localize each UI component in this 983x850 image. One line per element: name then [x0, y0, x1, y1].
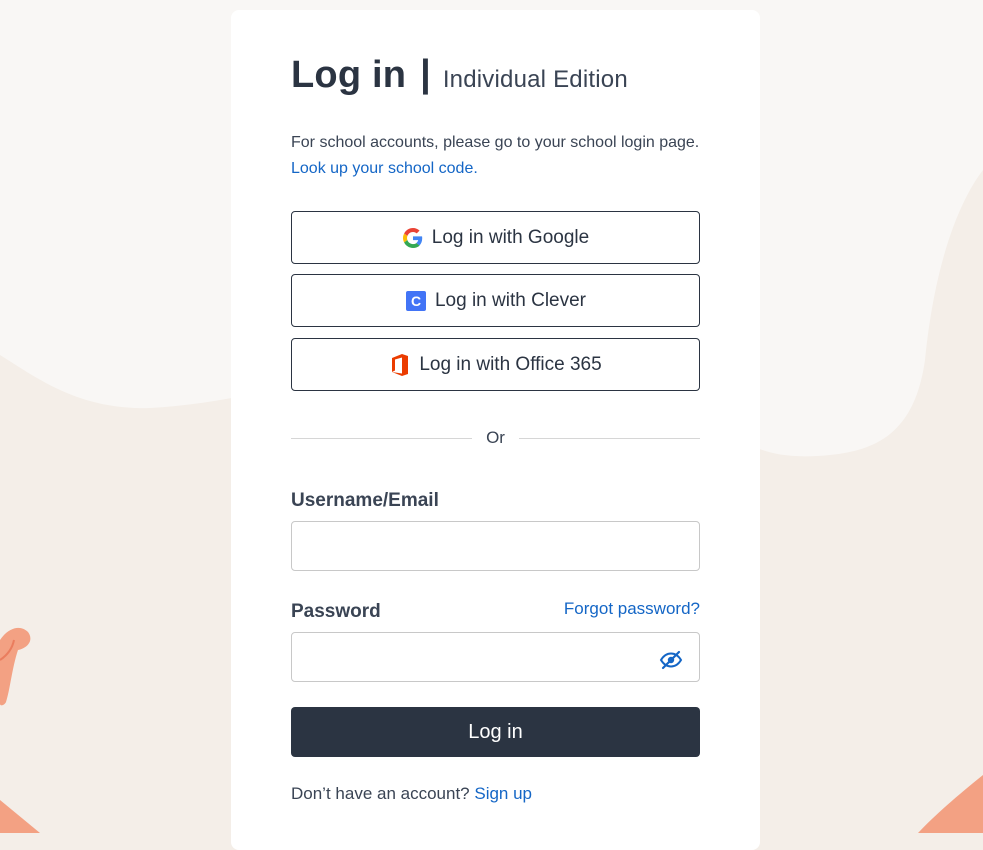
- clever-login-button[interactable]: C Log in with Clever: [291, 274, 700, 327]
- clever-icon: C: [405, 290, 427, 312]
- google-login-button[interactable]: Log in with Google: [291, 211, 700, 264]
- office-365-login-label: Log in with Office 365: [419, 353, 602, 375]
- signup-prompt-text: Don’t have an account?: [291, 784, 470, 803]
- forgot-password-link[interactable]: Forgot password?: [564, 599, 700, 619]
- title-separator: |: [420, 53, 431, 95]
- corner-illustration-left: [0, 800, 40, 833]
- divider-line-left: [291, 437, 473, 439]
- or-text: Or: [486, 428, 505, 447]
- login-card: Log in | Individual Edition For school a…: [231, 10, 760, 850]
- page-title: Log in: [291, 54, 407, 96]
- password-input[interactable]: [291, 632, 700, 682]
- office-365-login-button[interactable]: Log in with Office 365: [291, 338, 700, 391]
- clever-icon-letter: C: [411, 293, 421, 309]
- corner-illustration-right: [918, 775, 983, 833]
- login-submit-button[interactable]: Log in: [291, 707, 700, 757]
- username-label: Username/Email: [291, 490, 439, 511]
- school-code-link[interactable]: Look up your school code.: [291, 160, 478, 177]
- office-365-icon: [389, 353, 411, 376]
- school-accounts-note: For school accounts, please go to your s…: [291, 130, 711, 182]
- page-heading: Log in | Individual Edition: [291, 53, 628, 97]
- sign-up-link[interactable]: Sign up: [474, 784, 532, 803]
- school-accounts-text: For school accounts, please go to your s…: [291, 134, 700, 151]
- signup-prompt: Don’t have an account? Sign up: [291, 784, 532, 804]
- eye-slash-icon[interactable]: [659, 648, 683, 672]
- google-login-label: Log in with Google: [431, 226, 590, 248]
- clever-login-label: Log in with Clever: [434, 289, 587, 311]
- google-icon: [402, 227, 424, 249]
- edition-label: Individual Edition: [442, 66, 628, 93]
- username-input[interactable]: [291, 521, 700, 571]
- or-divider: Or: [291, 428, 701, 448]
- hand-illustration: [0, 627, 31, 706]
- password-label: Password: [291, 601, 381, 622]
- divider-line-right: [518, 437, 701, 439]
